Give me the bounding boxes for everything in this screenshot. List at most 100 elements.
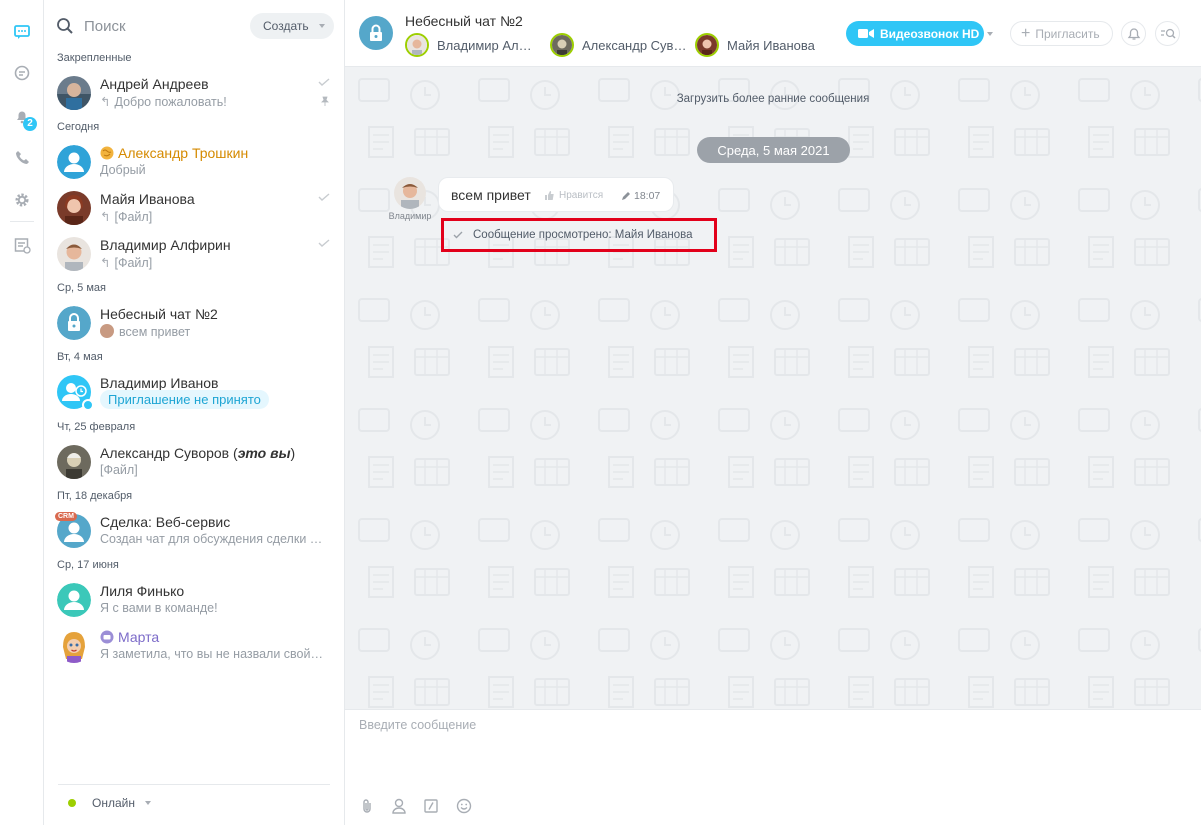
read-receipt-highlight: Сообщение просмотрено: Майя Иванова (441, 218, 717, 252)
chat-item-preview: Приглашение не принято (100, 390, 334, 409)
avatar (405, 33, 429, 57)
chat-item-preview: ↰ Добро пожаловать! (100, 94, 334, 109)
like-button[interactable]: Нравится (545, 190, 603, 201)
section-may4: Вт, 4 мая (57, 351, 103, 363)
avatar (57, 191, 91, 225)
chat-item-preview: [Файл] (100, 463, 138, 477)
avatar (695, 33, 719, 57)
chat-item-name: Александр Трошкин (118, 145, 249, 161)
read-receipt-text: Сообщение просмотрено: Майя Иванова (473, 229, 693, 241)
invitation-status-badge: Приглашение не принято (100, 390, 269, 409)
chat-item-title: Майя Иванова (100, 191, 195, 207)
section-jun17: Ср, 17 июня (57, 559, 119, 571)
message-author-name: Владимир (388, 211, 432, 221)
message-timestamp: 18:07 (634, 190, 661, 202)
thumbs-up-icon (545, 191, 554, 200)
reply-icon: ↰ (100, 210, 111, 224)
section-may5: Ср, 5 мая (57, 282, 106, 294)
section-feb25: Чт, 25 февраля (57, 421, 136, 433)
load-earlier-link[interactable]: Загрузить более ранние сообщения (345, 93, 1201, 105)
smile-icon[interactable] (455, 797, 473, 815)
chat-bubble-icon[interactable] (10, 20, 34, 44)
chat-item-preview: Добрый (100, 163, 146, 177)
reply-icon: ↰ (100, 95, 111, 109)
member-alfirin[interactable]: Владимир Ал… (405, 33, 532, 57)
chat-item-finko[interactable]: Лиля Финько Я с вами в команде! (44, 577, 344, 623)
chat-item-sky-chat[interactable]: Небесный чат №2 всем привет (44, 300, 344, 346)
pencil-icon (622, 192, 630, 200)
preview-text: Добро пожаловать! (114, 95, 227, 109)
bot-icon (100, 630, 114, 644)
chat-item-name: Александр Суворов ( (100, 445, 238, 461)
check-icon (318, 193, 330, 201)
chat-item-preview: ↰ [Файл] (100, 255, 334, 270)
gear-icon[interactable] (10, 188, 34, 212)
chat-item-andreev[interactable]: Андрей Андреев ↰ Добро пожаловать! (44, 70, 344, 116)
notification-count-badge: 2 (23, 117, 37, 131)
slash-command-icon[interactable] (422, 797, 440, 815)
date-divider: Среда, 5 мая 2021 (697, 137, 850, 163)
chat-item-preview: всем привет (100, 324, 334, 339)
chat-title[interactable]: Небесный чат №2 (405, 13, 523, 29)
invite-status-icon (82, 399, 94, 411)
chat-item-name: Марта (118, 629, 160, 645)
member-name: Александр Сув… (582, 37, 687, 53)
like-label: Нравится (559, 190, 604, 201)
reply-icon: ↰ (100, 256, 111, 270)
chat-item-title: Александр Суворов (это вы) (100, 445, 295, 461)
avatar (57, 306, 91, 340)
chat-item-preview: Создан чат для обсуждения сделки … (100, 532, 323, 546)
chat-search-toggle[interactable] (1155, 21, 1180, 46)
chat-item-troshkin[interactable]: Александр Трошкин Добрый (44, 139, 344, 185)
open-lines-icon[interactable] (10, 61, 34, 85)
chat-item-ivanova[interactable]: Майя Иванова ↰ [Файл] (44, 185, 344, 231)
section-dec18: Пт, 18 декабря (57, 490, 133, 502)
create-button[interactable]: Создать (250, 13, 334, 39)
avatar (57, 237, 91, 271)
message-text: всем привет (451, 187, 531, 203)
chat-item-marta[interactable]: Марта Я заметила, что вы не назвали свой… (44, 623, 344, 669)
search-input[interactable] (84, 17, 224, 35)
bell-icon (1127, 27, 1140, 40)
video-call-menu-toggle[interactable] (984, 21, 1000, 46)
avatar (57, 445, 91, 479)
chat-item-preview: ↰ [Файл] (100, 209, 334, 224)
chat-item-deal[interactable]: CRM Сделка: Веб-сервис Создан чат для об… (44, 508, 344, 554)
chat-item-title: Владимир Алфирин (100, 237, 231, 253)
chat-item-alfirin[interactable]: Владимир Алфирин ↰ [Файл] (44, 231, 344, 277)
video-call-button[interactable]: Видеозвонок HD (846, 21, 984, 46)
member-suvorov[interactable]: Александр Сув… (550, 33, 686, 57)
avatar (57, 145, 91, 179)
tasks-list-icon[interactable] (10, 233, 34, 257)
chat-item-suvorov[interactable]: Александр Суворов (это вы) [Файл] (44, 439, 344, 485)
preview-text: всем привет (119, 325, 191, 339)
chat-item-title: Лиля Финько (100, 583, 185, 599)
plus-icon: + (1021, 24, 1031, 42)
crm-badge: CRM (55, 512, 77, 521)
online-status-selector[interactable]: Онлайн (68, 796, 151, 810)
chat-item-ivanov[interactable]: Владимир Иванов Приглашение не принято (44, 369, 344, 415)
chat-header: Небесный чат №2 Владимир Ал… Александр С… (345, 0, 1201, 67)
preview-text: [Файл] (114, 256, 153, 270)
chat-main: Небесный чат №2 Владимир Ал… Александр С… (345, 0, 1201, 825)
paperclip-icon[interactable] (358, 797, 376, 815)
phone-icon[interactable] (10, 146, 34, 170)
avatar (57, 76, 91, 110)
app-rail: 2 (0, 0, 44, 825)
invite-button[interactable]: + Пригласить (1010, 21, 1113, 46)
message-bubble[interactable]: всем привет Нравится 18:07 (438, 177, 674, 212)
video-camera-icon (858, 29, 874, 38)
notifications-toggle[interactable] (1121, 21, 1146, 46)
message-composer (345, 709, 1201, 825)
member-ivanova[interactable]: Майя Иванова (695, 33, 815, 57)
chevron-down-icon (144, 801, 151, 805)
message-input[interactable] (359, 718, 1179, 788)
user-mention-icon[interactable] (390, 797, 408, 815)
self-marker: это вы (237, 445, 291, 461)
section-today: Сегодня (57, 121, 100, 133)
search-box[interactable] (56, 12, 236, 40)
message-author-avatar[interactable] (394, 177, 426, 209)
chat-item-title: Александр Трошкин (100, 145, 248, 161)
message-feed[interactable]: Загрузить более ранние сообщения Среда, … (345, 67, 1201, 709)
lock-icon[interactable] (359, 16, 393, 50)
